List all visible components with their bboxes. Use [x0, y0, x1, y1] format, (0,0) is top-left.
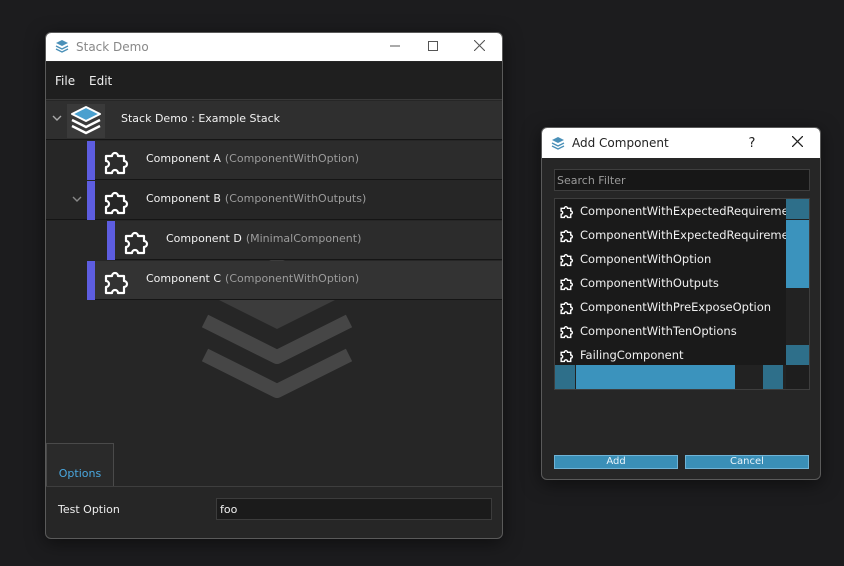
- menu-edit[interactable]: Edit: [89, 74, 112, 88]
- puzzle-icon: [559, 323, 575, 343]
- tree-item-component-a[interactable]: Component A (ComponentWithOption): [87, 141, 502, 180]
- puzzle-icon: [122, 226, 152, 260]
- puzzle-icon: [102, 146, 132, 180]
- component-tree: Stack Demo : Example Stack Component A (C…: [46, 101, 502, 441]
- list-item[interactable]: ComponentWithTenOptions: [555, 319, 785, 343]
- scroll-corner: [786, 365, 809, 389]
- list-item-label: FailingComponent: [580, 348, 684, 362]
- stack-demo-window: Stack Demo File Edit Stack Demo: Exampl…: [45, 32, 503, 539]
- list-item-label: ComponentWithOutputs: [580, 276, 719, 290]
- puzzle-icon: [559, 251, 575, 271]
- cancel-button[interactable]: Cancel: [685, 455, 809, 469]
- puzzle-icon: [559, 275, 575, 295]
- window-title: Stack Demo: [76, 40, 149, 54]
- close-icon: [473, 39, 485, 55]
- stack-icon: [551, 136, 565, 153]
- tree-item-component-d[interactable]: Component D (MinimalComponent): [107, 221, 502, 260]
- add-component-dialog: Add Component ? ComponentWithExpectedReq…: [541, 127, 821, 480]
- list-item[interactable]: FailingComponent: [555, 343, 785, 367]
- scroll-thumb[interactable]: [786, 220, 809, 288]
- vertical-scrollbar[interactable]: [786, 199, 809, 365]
- puzzle-icon: [559, 347, 575, 367]
- menu-bar: File Edit: [46, 62, 502, 100]
- scroll-up-button[interactable]: [786, 199, 809, 219]
- list-item[interactable]: ComponentWithExpectedRequirement: [555, 223, 801, 247]
- help-button[interactable]: ?: [738, 128, 766, 158]
- list-item[interactable]: ComponentWithPreExposeOption: [555, 295, 785, 319]
- test-option-input[interactable]: [216, 498, 492, 520]
- depth-bar: [107, 221, 115, 260]
- stack-icon: [55, 39, 69, 56]
- puzzle-icon: [559, 203, 575, 223]
- scroll-left-button[interactable]: [555, 365, 575, 389]
- scroll-down-button[interactable]: [786, 345, 809, 365]
- options-tabs: Options: [46, 443, 502, 487]
- close-button[interactable]: [774, 128, 820, 158]
- search-filter-input[interactable]: [554, 169, 810, 191]
- menu-file[interactable]: File: [55, 74, 75, 88]
- component-type: (ComponentWithOption): [224, 152, 360, 165]
- list-item-label: ComponentWithExpectedRequirement: [580, 204, 801, 218]
- list-item[interactable]: ComponentWithOutputs: [555, 271, 785, 295]
- add-button[interactable]: Add: [554, 455, 678, 469]
- maximize-icon: [428, 39, 438, 55]
- component-type: (ComponentWithOption): [225, 272, 360, 285]
- chevron-down-icon[interactable]: [51, 112, 63, 127]
- list-item-label: ComponentWithExpectedRequirement: [580, 228, 801, 242]
- component-name: Component A: [146, 152, 221, 165]
- depth-bar: [87, 141, 95, 180]
- component-list: ComponentWithExpectedRequirement Compone…: [554, 198, 810, 390]
- close-icon: [791, 135, 803, 151]
- tree-item-component-b[interactable]: Component B (ComponentWithOutputs): [46, 181, 502, 220]
- maximize-button[interactable]: [410, 33, 456, 61]
- puzzle-icon: [102, 186, 132, 220]
- puzzle-icon: [102, 266, 132, 300]
- chevron-down-icon[interactable]: [71, 193, 83, 208]
- depth-bar: [87, 181, 95, 220]
- dialog-title-bar[interactable]: Add Component ?: [542, 128, 820, 158]
- close-button[interactable]: [456, 33, 502, 61]
- component-name: Component B: [146, 192, 221, 205]
- title-bar[interactable]: Stack Demo: [46, 33, 502, 61]
- tree-root-label: Stack Demo : Example Stack: [121, 112, 281, 125]
- component-type: (ComponentWithOutputs): [224, 192, 367, 205]
- list-item[interactable]: ComponentWithExpectedRequirement: [555, 199, 801, 223]
- horizontal-scrollbar[interactable]: [555, 365, 786, 389]
- list-item-label: ComponentWithOption: [580, 252, 712, 266]
- component-name: Component D: [166, 232, 242, 245]
- scroll-right-button[interactable]: [763, 365, 783, 389]
- tab-options[interactable]: Options: [46, 443, 114, 486]
- stack-icon: [67, 104, 105, 138]
- list-item[interactable]: ComponentWithOption: [555, 247, 785, 271]
- component-type: (MinimalComponent): [245, 232, 362, 245]
- scroll-thumb[interactable]: [576, 365, 735, 389]
- tree-root[interactable]: Stack Demo : Example Stack: [46, 101, 502, 140]
- puzzle-icon: [559, 227, 575, 247]
- component-name: Component C: [146, 272, 222, 285]
- depth-bar: [87, 261, 95, 300]
- puzzle-icon: [559, 299, 575, 319]
- option-label: Test Option: [58, 503, 120, 516]
- tree-item-component-c[interactable]: Component C (ComponentWithOption): [87, 261, 502, 300]
- list-item-label: ComponentWithPreExposeOption: [580, 300, 772, 314]
- list-item-label: ComponentWithTenOptions: [580, 324, 737, 338]
- minimize-icon: [390, 39, 400, 55]
- dialog-title: Add Component: [572, 136, 669, 150]
- divider: [46, 486, 502, 487]
